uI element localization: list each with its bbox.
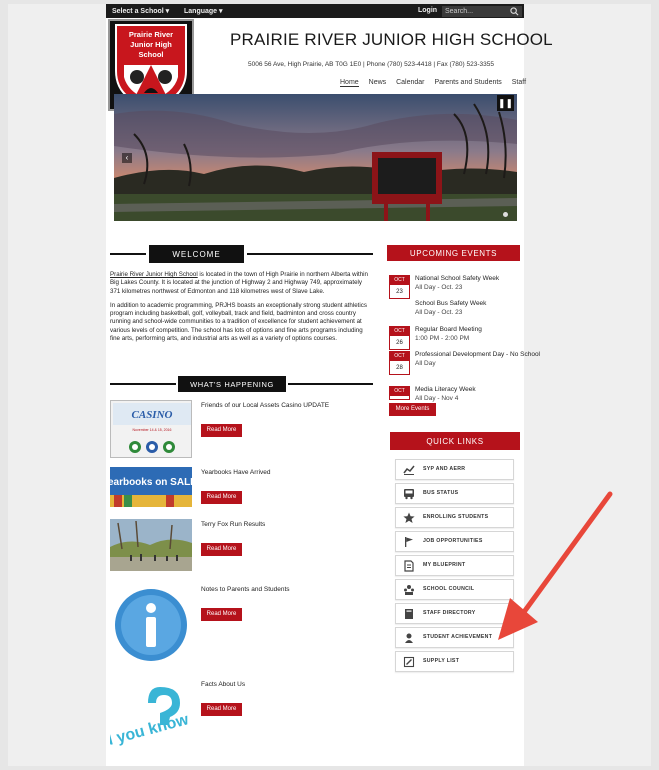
news-title-yearbooks[interactable]: Yearbooks Have Arrived — [201, 469, 271, 476]
casino-thumbnail-title: CASINO — [132, 409, 173, 421]
upcoming-events-heading: UPCOMING EVENTS — [386, 244, 521, 262]
search-icon[interactable] — [510, 7, 519, 16]
nav-calendar[interactable]: Calendar — [396, 79, 424, 86]
person-icon — [405, 633, 413, 643]
annotation-arrow — [498, 491, 613, 640]
hero-slideshow-image — [114, 94, 517, 221]
quick-link-syp-aerr[interactable]: SYP AND AERR — [395, 459, 514, 480]
event-title[interactable]: National School Safety Week — [415, 275, 499, 282]
crest-text-line-2: Junior High — [130, 40, 172, 49]
event-title[interactable]: Media Literacy Week — [415, 386, 476, 393]
whats-happening-heading: WHAT'S HAPPENING — [177, 375, 287, 393]
event-day: 23 — [396, 289, 403, 295]
page-title: PRAIRIE RIVER JUNIOR HIGH SCHOOL — [230, 30, 553, 49]
facts-thumbnail[interactable]: did you know — [110, 679, 192, 761]
event-title[interactable]: School Bus Safety Week — [415, 300, 486, 307]
quick-link-label: MY BLUEPRINT — [423, 562, 466, 568]
nav-news[interactable]: News — [369, 79, 387, 86]
event-month: OCT — [390, 387, 409, 396]
welcome-paragraph-2: In addition to academic programming, PRJ… — [110, 301, 367, 343]
bus-icon — [404, 489, 414, 500]
quick-link-label: STAFF DIRECTORY — [423, 610, 476, 616]
calendar-date-icon: OCT 26 — [389, 326, 410, 350]
quick-link-label: SUPPLY LIST — [423, 658, 460, 664]
star-icon — [403, 512, 415, 523]
news-title-casino[interactable]: Friends of our Local Assets Casino UPDAT… — [201, 402, 329, 409]
calendar-date-icon: OCT — [389, 386, 410, 400]
nav-staff[interactable]: Staff — [512, 79, 526, 86]
casino-thumbnail-date: November 14 & 15, 2016 — [133, 428, 172, 432]
welcome-heading: WELCOME — [148, 244, 245, 264]
event-month: OCT — [390, 327, 409, 336]
flag-icon — [405, 537, 413, 547]
read-more-button-facts[interactable]: Read More — [201, 703, 242, 716]
school-name-link[interactable]: Prairie River Junior High School — [110, 271, 198, 278]
event-time: All Day — [415, 360, 436, 367]
crest-text-line-1: Prairie River — [129, 30, 173, 39]
read-more-button-yearbooks[interactable]: Read More — [201, 491, 242, 504]
event-month: OCT — [390, 352, 409, 361]
welcome-divider-right — [247, 253, 373, 255]
list-icon — [403, 656, 415, 668]
quick-link-label: STUDENT ACHIEVEMENT — [423, 634, 493, 640]
event-time: All Day - Oct. 23 — [415, 284, 463, 291]
language-dropdown[interactable]: Language ▾ — [184, 7, 223, 15]
event-time: All Day - Oct. 23 — [415, 309, 463, 316]
event-time: All Day - Nov 4 — [415, 395, 459, 402]
quick-link-label: SCHOOL COUNCIL — [423, 586, 475, 592]
calendar-date-icon: OCT 23 — [389, 275, 410, 299]
event-day: 28 — [396, 365, 403, 371]
info-thumbnail[interactable] — [110, 584, 192, 666]
welcome-divider-left — [110, 253, 146, 255]
quick-link-label: ENROLLING STUDENTS — [423, 514, 489, 520]
nav-parents-and-students[interactable]: Parents and Students — [434, 79, 501, 86]
happening-divider-left — [110, 383, 176, 385]
quick-link-label: SYP AND AERR — [423, 466, 466, 472]
chart-icon — [403, 465, 415, 475]
search-input[interactable]: Search... — [442, 6, 522, 17]
event-title[interactable]: Professional Development Day - No School — [415, 351, 540, 358]
more-events-button[interactable]: More Events — [389, 403, 436, 416]
search-placeholder: Search... — [445, 8, 474, 15]
read-more-button-notes[interactable]: Read More — [201, 608, 242, 621]
welcome-paragraph-1: Prairie River Junior High School is loca… — [110, 271, 372, 296]
slideshow-prev-button[interactable]: ‹ — [122, 153, 132, 163]
event-time: 1:00 PM - 2:00 PM — [415, 335, 470, 342]
slideshow-pause-button[interactable]: ❚❚ — [497, 95, 514, 111]
welcome-text: Prairie River Junior High School is loca… — [110, 271, 372, 349]
nav-home[interactable]: Home — [340, 79, 359, 87]
news-title-terry-fox[interactable]: Terry Fox Run Results — [201, 521, 265, 528]
casino-thumbnail[interactable]: CASINO November 14 & 15, 2016 — [110, 400, 192, 458]
quick-links-heading: QUICK LINKS — [389, 431, 521, 451]
event-title[interactable]: Regular Board Meeting — [415, 326, 482, 333]
quick-link-label: JOB OPPORTUNITIES — [423, 538, 483, 544]
book-icon — [405, 609, 413, 619]
login-link[interactable]: Login — [418, 7, 437, 14]
news-title-notes[interactable]: Notes to Parents and Students — [201, 586, 290, 593]
terry-fox-thumbnail[interactable] — [110, 519, 192, 571]
quick-link-label: BUS STATUS — [423, 490, 459, 496]
document-icon — [404, 560, 414, 572]
read-more-button-terry-fox[interactable]: Read More — [201, 543, 242, 556]
select-school-dropdown[interactable]: Select a School ▾ — [112, 7, 169, 15]
slideshow-indicator-dot[interactable] — [503, 212, 508, 217]
crest-text-line-3: School — [138, 50, 163, 59]
main-navigation: Home News Calendar Parents and Students … — [340, 79, 534, 87]
council-icon — [404, 585, 414, 595]
yearbooks-thumbnail[interactable]: Yearbooks on SALE! — [110, 467, 192, 507]
happening-divider-right — [288, 383, 373, 385]
read-more-button-casino[interactable]: Read More — [201, 424, 242, 437]
event-month: OCT — [390, 276, 409, 285]
event-day: 26 — [396, 340, 403, 346]
yearbooks-thumbnail-title: Yearbooks on SALE! — [110, 477, 192, 488]
top-utility-bar: Select a School ▾ Language ▾ Login Searc… — [106, 4, 524, 18]
school-contact-info: 5006 56 Ave, High Prairie, AB T0G 1E0 | … — [248, 61, 494, 68]
calendar-date-icon: OCT 28 — [389, 351, 410, 375]
news-title-facts[interactable]: Facts About Us — [201, 681, 245, 688]
quick-link-supply-list[interactable]: SUPPLY LIST — [395, 651, 514, 672]
